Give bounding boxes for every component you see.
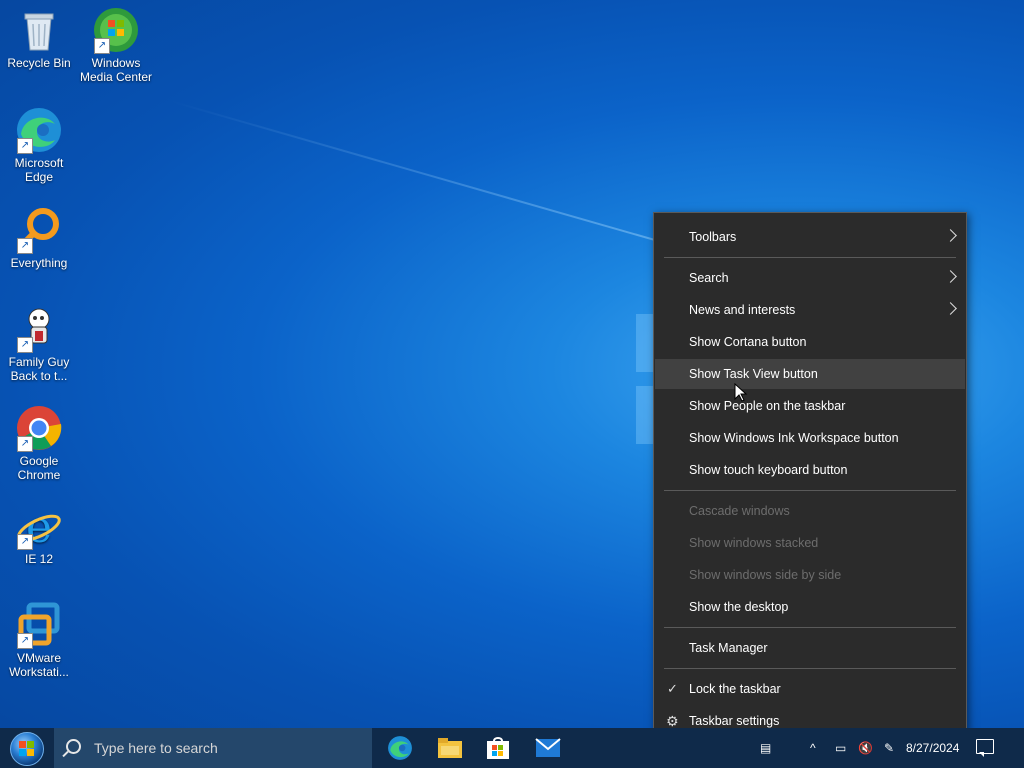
edge-icon xyxy=(388,736,412,760)
search-placeholder: Type here to search xyxy=(94,740,218,756)
menu-item-label: Show the desktop xyxy=(689,600,789,614)
menu-item-label: Show Windows Ink Workspace button xyxy=(689,431,899,445)
desktop-icon-label: Microsoft Edge xyxy=(14,156,64,184)
desktop-icon-family-guy[interactable]: ↗ Family Guy Back to t... xyxy=(1,305,77,383)
desktop-icon-label: VMware Workstati... xyxy=(9,651,69,679)
checkmark-icon: ✓ xyxy=(667,681,678,696)
desktop-icon-microsoft-edge[interactable]: ↗ Microsoft Edge xyxy=(1,106,77,184)
menu-item-windows-side-by-side: Show windows side by side xyxy=(655,560,965,590)
shortcut-arrow-icon: ↗ xyxy=(94,38,110,54)
wallpaper-light-beam xyxy=(169,100,671,246)
network-icon[interactable]: ▭ xyxy=(835,728,846,768)
menu-item-search[interactable]: Search xyxy=(655,263,965,293)
desktop-icon-recycle-bin[interactable]: Recycle Bin xyxy=(1,6,77,70)
menu-separator xyxy=(664,490,956,491)
desktop-icon-label: IE 12 xyxy=(24,552,54,566)
shortcut-arrow-icon: ↗ xyxy=(17,337,33,353)
desktop-icon-label: Family Guy Back to t... xyxy=(8,355,70,383)
shortcut-arrow-icon: ↗ xyxy=(17,534,33,550)
desktop-icon-vmware[interactable]: ↗ VMware Workstati... xyxy=(1,601,77,679)
menu-item-label: Taskbar settings xyxy=(689,714,780,728)
menu-item-label: News and interests xyxy=(689,303,796,317)
desktop-icon-everything[interactable]: ↗ Everything xyxy=(1,206,77,270)
folder-icon xyxy=(438,738,462,758)
menu-item-label: Lock the taskbar xyxy=(689,682,781,696)
volume-muted-icon[interactable]: 🔇 xyxy=(858,728,873,768)
start-button[interactable] xyxy=(0,728,54,768)
taskbar-context-menu: Toolbars Search News and interests Show … xyxy=(653,212,967,746)
family-guy-game-icon: ↗ xyxy=(15,305,63,353)
menu-item-label: Show windows side by side xyxy=(689,568,842,582)
menu-item-label: Show touch keyboard button xyxy=(689,463,848,477)
menu-item-label: Show Cortana button xyxy=(689,335,807,349)
taskbar[interactable]: Type here to search ▤ ^ ▭ 🔇 ✎ 8/27/2024 xyxy=(0,728,1024,768)
menu-item-label: Task Manager xyxy=(689,641,768,655)
menu-item-label: Cascade windows xyxy=(689,504,790,518)
edge-icon: ↗ xyxy=(15,106,63,154)
windows-media-center-icon: ↗ xyxy=(92,6,140,54)
vmware-icon: ↗ xyxy=(15,601,63,649)
menu-item-show-desktop[interactable]: Show the desktop xyxy=(655,592,965,622)
menu-item-news-and-interests[interactable]: News and interests xyxy=(655,295,965,325)
internet-explorer-icon: e ↗ xyxy=(15,502,63,553)
desktop-icon-google-chrome[interactable]: ↗ Google Chrome xyxy=(1,404,77,482)
shortcut-arrow-icon: ↗ xyxy=(17,633,33,649)
taskbar-mail-button[interactable] xyxy=(528,732,568,764)
taskbar-edge-button[interactable] xyxy=(380,732,420,764)
desktop-icon-windows-media-center[interactable]: ↗ Windows Media Center xyxy=(78,6,154,84)
chrome-icon: ↗ xyxy=(15,404,63,452)
menu-item-toolbars[interactable]: Toolbars xyxy=(655,222,965,252)
menu-separator xyxy=(664,668,956,669)
notification-center-icon[interactable] xyxy=(976,739,994,757)
taskbar-date[interactable]: 8/27/2024 xyxy=(906,741,959,755)
shortcut-arrow-icon: ↗ xyxy=(17,138,33,154)
mail-icon xyxy=(535,738,561,757)
menu-item-task-manager[interactable]: Task Manager xyxy=(655,633,965,663)
menu-separator xyxy=(664,257,956,258)
desktop-icon-ie12[interactable]: e ↗ IE 12 xyxy=(1,502,77,566)
microsoft-store-icon xyxy=(487,737,509,759)
chevron-right-icon xyxy=(944,302,957,315)
ink-workspace-icon[interactable]: ✎ xyxy=(884,728,894,768)
news-widget-icon[interactable]: ▤ xyxy=(760,728,771,768)
menu-item-label: Toolbars xyxy=(689,230,737,244)
menu-item-show-cortana[interactable]: Show Cortana button xyxy=(655,327,965,357)
chevron-right-icon xyxy=(944,270,957,283)
shortcut-arrow-icon: ↗ xyxy=(17,238,33,254)
menu-item-label: Show windows stacked xyxy=(689,536,819,550)
chevron-right-icon xyxy=(944,229,957,242)
taskbar-file-explorer-button[interactable] xyxy=(430,732,470,764)
desktop-icon-label: Recycle Bin xyxy=(7,56,71,70)
taskbar-search-box[interactable]: Type here to search xyxy=(54,728,372,768)
recycle-bin-icon xyxy=(15,6,63,54)
mouse-pointer-icon xyxy=(734,383,748,402)
menu-item-show-people[interactable]: Show People on the taskbar xyxy=(655,391,965,421)
menu-item-windows-stacked: Show windows stacked xyxy=(655,528,965,558)
menu-item-label: Search xyxy=(689,271,729,285)
menu-item-lock-taskbar[interactable]: ✓ Lock the taskbar xyxy=(655,674,965,704)
everything-search-icon: ↗ xyxy=(15,206,63,254)
taskbar-store-button[interactable] xyxy=(478,732,518,764)
menu-separator xyxy=(664,627,956,628)
menu-item-show-task-view[interactable]: Show Task View button xyxy=(655,359,965,389)
menu-item-label: Show Task View button xyxy=(689,367,818,381)
desktop-icon-label: Windows Media Center xyxy=(79,56,153,84)
chevron-up-icon[interactable]: ^ xyxy=(810,728,816,768)
desktop-icon-label: Google Chrome xyxy=(17,454,61,482)
menu-item-label: Show People on the taskbar xyxy=(689,399,846,413)
search-icon xyxy=(66,739,81,754)
menu-item-show-windows-ink[interactable]: Show Windows Ink Workspace button xyxy=(655,423,965,453)
desktop-icon-label: Everything xyxy=(10,256,68,270)
menu-item-cascade-windows: Cascade windows xyxy=(655,496,965,526)
shortcut-arrow-icon: ↗ xyxy=(17,436,33,452)
menu-item-show-touch-keyboard[interactable]: Show touch keyboard button xyxy=(655,455,965,485)
windows-logo-icon xyxy=(10,732,44,766)
